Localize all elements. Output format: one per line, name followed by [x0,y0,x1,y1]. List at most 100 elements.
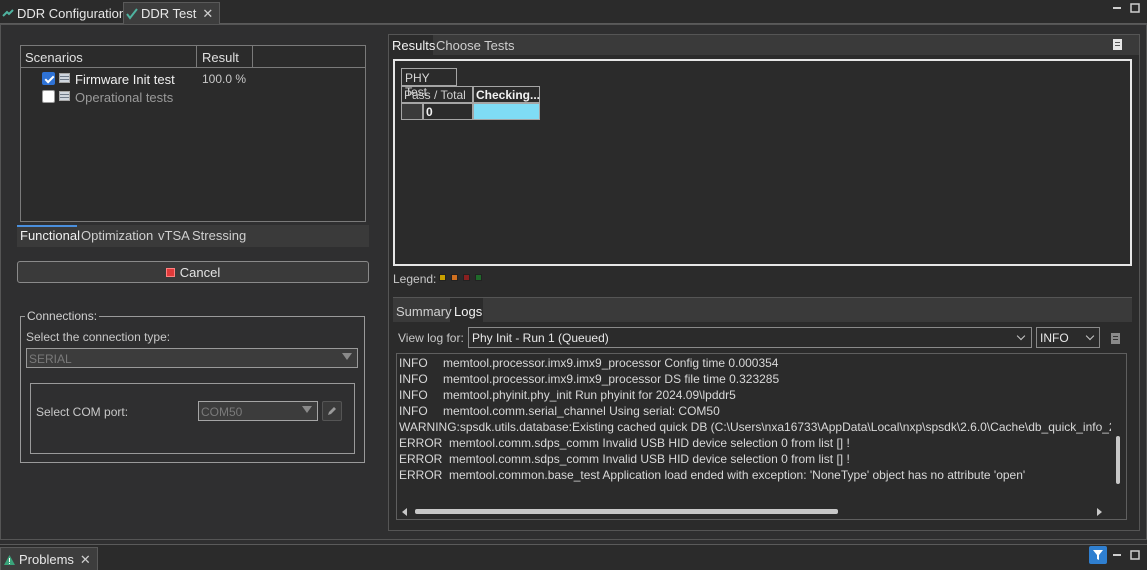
checking-status-cell [473,103,540,120]
maximize-icon[interactable] [1130,550,1140,560]
firmware-init-checkbox[interactable] [42,72,55,85]
connections-legend: Connections: [25,309,100,323]
connection-type-select[interactable]: SERIAL [26,348,358,368]
filter-button[interactable] [1089,546,1107,564]
active-tab-indicator [17,225,77,227]
summary-logs-tabs: Summary Logs [393,297,1132,323]
close-icon[interactable]: ✕ [202,6,213,22]
row-header-cell [401,103,423,120]
log-line: INFO memtool.processor.imx9.imx9_processo… [399,356,778,370]
chevron-down-icon [1016,331,1026,341]
connection-type-label: Select the connection type: [26,330,171,344]
connection-type-value: SERIAL [29,352,72,366]
copy-log-button[interactable] [1106,328,1126,348]
cancel-button[interactable]: Cancel [17,261,369,283]
operational-tests-checkbox[interactable] [42,90,55,103]
warning-icon [4,554,15,565]
column-divider[interactable] [196,46,197,68]
edit-com-port-button[interactable] [322,401,342,421]
log-text: memtool.comm.sdps_comm Invalid USB HID d… [449,452,850,466]
table-header: Scenarios Result [21,46,365,68]
scenarios-table: Scenarios Result Firmware Init test 100.… [20,45,366,222]
close-icon[interactable]: ✕ [80,552,91,568]
tab-stressing[interactable]: Stressing [192,228,246,243]
maximize-icon[interactable] [1130,3,1140,13]
tab-functional[interactable]: Functional [20,228,80,243]
tab-optimization[interactable]: Optimization [81,228,153,243]
log-text: memtool.common.base_test Application loa… [449,468,1026,482]
chevron-down-icon [1085,331,1095,341]
header-scenarios[interactable]: Scenarios [25,50,83,65]
log-line: INFO memtool.comm.serial_channel Using se… [399,404,720,418]
phy-test-title: PHY Test [401,68,457,99]
log-level: ERROR [399,468,443,482]
log-text: memtool.processor.imx9.imx9_processor Co… [443,356,779,370]
com-port-value: COM50 [201,405,243,419]
scenario-result: 100.0 % [202,72,247,86]
minimize-icon[interactable] [1112,550,1122,560]
vertical-scrollbar[interactable] [1111,354,1126,504]
results-tabs: Results Choose Tests [389,35,1139,55]
tab-label: DDR Configuration [17,5,127,21]
test-icon [59,73,70,83]
tab-vtsa[interactable]: vTSA [158,228,190,243]
log-level: INFO [399,356,428,370]
tab-label: DDR Test [141,6,197,21]
legend-green [475,274,482,281]
horizontal-scrollbar[interactable] [397,504,1111,519]
scroll-left-icon[interactable] [402,508,407,516]
pass-total-header: Pass / Total [401,86,473,103]
tab-ddr-test[interactable]: DDR Test ✕ [123,2,221,24]
tab-logs[interactable]: Logs [454,304,482,319]
tab-problems[interactable]: Problems ✕ [0,547,98,570]
editor-tab-bar: DDR Configuration DDR Test ✕ [0,0,1147,24]
scenario-category-tabs: Functional Optimization vTSA Stressing [17,225,369,247]
bottom-view-bar: Problems ✕ [0,544,1147,570]
com-port-select[interactable]: COM50 [198,401,318,421]
log-line: INFO memtool.processor.imx9.imx9_processo… [399,372,779,386]
log-level-select[interactable]: INFO [1036,327,1100,348]
dropdown-arrow-icon [342,353,352,360]
log-text: memtool.phyinit.phy_init Run phyinit for… [443,388,736,402]
ddr-config-icon [2,9,14,17]
pencil-icon [328,407,336,415]
tab-ddr-configuration[interactable]: DDR Configuration [0,2,132,24]
table-row[interactable]: Firmware Init test 100.0 % [21,70,365,88]
log-output[interactable]: INFO memtool.processor.imx9.imx9_processo… [396,353,1127,520]
scrollbar-thumb[interactable] [1116,436,1120,484]
minimize-icon[interactable] [1112,3,1122,13]
log-level: INFO [399,404,428,418]
log-run-select[interactable]: Phy Init - Run 1 (Queued) [468,327,1032,348]
log-level: INFO [399,372,428,386]
scroll-right-icon[interactable] [1097,508,1102,516]
legend-yellow [439,274,446,281]
table-row[interactable]: Operational tests [21,88,365,106]
scenario-name: Operational tests [75,90,174,105]
filter-icon [1093,550,1103,560]
tab-label: Problems [19,552,74,567]
test-icon [59,91,70,101]
log-level-value: INFO [1040,331,1069,345]
ddr-test-icon [126,7,138,20]
com-port-label: Select COM port: [36,405,129,419]
log-line: INFO memtool.phyinit.phy_init Run phyinit… [399,388,736,402]
log-text: memtool.comm.serial_channel Using serial… [443,404,720,418]
tab-results[interactable]: Results [392,38,435,53]
stop-icon [165,267,175,277]
scrollbar-thumb[interactable] [415,509,838,514]
log-level: INFO [399,388,428,402]
tab-summary[interactable]: Summary [396,304,452,319]
header-result[interactable]: Result [202,50,239,65]
export-icon[interactable] [1112,38,1124,51]
tab-choose-tests[interactable]: Choose Tests [436,38,515,53]
log-line: ERROR memtool.comm.sdps_comm Invalid USB … [399,452,850,466]
log-level: ERROR [399,452,443,466]
dropdown-arrow-icon [302,406,312,413]
legend-orange [451,274,458,281]
pass-count: 0 [423,103,473,120]
column-divider[interactable] [252,46,253,68]
log-text: memtool.comm.sdps_comm Invalid USB HID d… [449,436,850,450]
scenario-name: Firmware Init test [75,72,175,87]
log-text: WARNING:spsdk.utils.database:Existing ca… [399,420,1127,434]
checking-header: Checking... [473,86,540,103]
